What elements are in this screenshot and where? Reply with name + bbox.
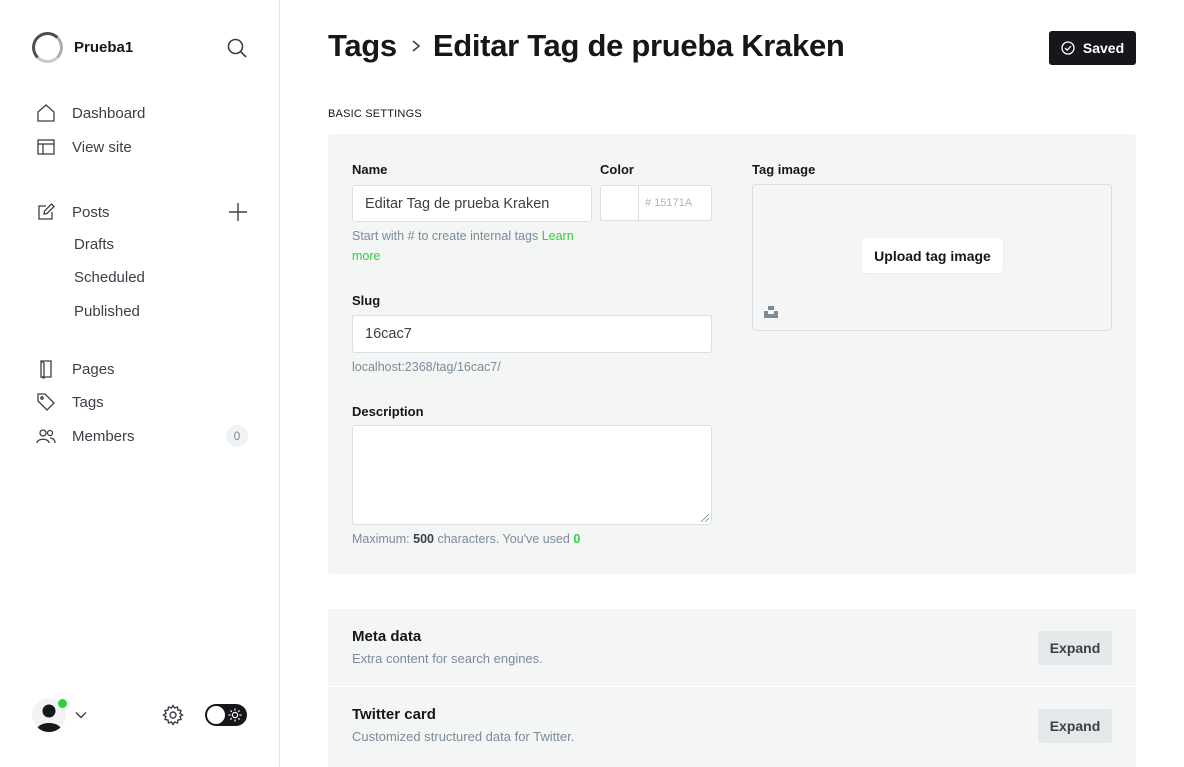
nav-drafts[interactable]: Drafts [74,234,114,256]
nav-members[interactable]: Members [36,423,250,449]
nav-pages[interactable]: Pages [36,356,250,382]
nav-scheduled[interactable]: Scheduled [74,267,145,289]
brand[interactable]: Prueba1 [32,32,133,63]
meta-data-desc: Extra content for search engines. [352,651,543,666]
twitter-card-title: Twitter card [352,706,436,723]
section-basic-settings: Basic settings [328,108,422,120]
saved-button[interactable]: Saved [1049,31,1136,65]
tag-image-dropzone[interactable]: Upload tag image [752,184,1112,331]
color-hex-input[interactable]: # 15171A [638,185,712,221]
slug-url: localhost:2368/tag/16cac7/ [352,360,501,374]
online-status-dot [58,699,67,708]
sun-icon [228,708,242,722]
slug-input[interactable]: 16cac7 [352,315,712,353]
nav-pages-label: Pages [72,360,115,378]
toggle-knob [207,706,225,724]
twitter-card-desc: Customized structured data for Twitter. [352,729,575,744]
description-label: Description [352,404,424,419]
members-count-badge: 0 [226,425,248,447]
nav-dashboard[interactable]: Dashboard [36,100,250,126]
hash-symbol: # [645,197,652,209]
breadcrumb-current: Editar Tag de prueba Kraken [432,28,845,63]
meta-data-title: Meta data [352,628,422,645]
members-icon [36,429,56,444]
view-site-icon [37,139,55,155]
meta-data-expand-button[interactable]: Expand [1038,631,1112,665]
chevron-right-icon [412,40,421,52]
nav-members-label: Members [72,427,135,445]
meta-data-panel: Meta data Extra content for search engin… [328,609,1136,686]
site-name: Prueba1 [74,39,134,56]
nav-view-site-label: View site [72,138,132,156]
name-input[interactable]: Editar Tag de prueba Kraken [352,185,592,222]
nav-posts-label: Posts [72,203,110,221]
home-icon [37,104,55,122]
check-circle-icon [1061,41,1075,55]
name-label: Name [352,162,388,177]
name-hint: Start with # to create internal tags Lea… [352,226,592,266]
nav-dashboard-label: Dashboard [72,104,146,122]
edit-icon [38,203,55,220]
basic-settings-panel: Name Editar Tag de prueba Kraken Start w… [328,134,1136,574]
desc-hint-prefix: Maximum: [352,532,410,546]
color-label: Color [600,162,634,177]
pages-icon [40,360,52,379]
page-title: Tags Editar Tag de prueba Kraken [328,28,845,64]
description-textarea[interactable] [352,425,712,525]
nav-tags-label: Tags [72,393,104,411]
desc-hint-max: 500 [413,532,434,546]
slug-label: Slug [352,293,381,308]
desc-hint-mid: characters. You've used [437,532,570,546]
breadcrumb-tags[interactable]: Tags [328,28,397,64]
tag-image-label: Tag image [752,162,816,177]
tag-icon [37,393,55,411]
sidebar-footer [32,698,248,732]
search-icon[interactable] [226,37,248,59]
name-hint-text: Start with # to create internal tags [352,229,539,243]
resize-handle-icon[interactable] [701,514,709,522]
upload-tag-image-button[interactable]: Upload tag image [862,238,1003,273]
color-swatch[interactable] [600,185,638,221]
gear-icon[interactable] [162,704,184,726]
plus-icon[interactable] [228,202,248,222]
description-hint: Maximum: 500 characters. You've used 0 [352,529,580,549]
nav-tags[interactable]: Tags [36,389,250,415]
unsplash-icon[interactable] [764,305,778,319]
desc-hint-used: 0 [573,532,581,546]
color-placeholder: 15171A [654,197,693,209]
saved-label: Saved [1082,40,1125,56]
twitter-card-panel: Twitter card Customized structured data … [328,687,1136,767]
site-logo [32,32,63,63]
nav-view-site[interactable]: View site [36,134,250,160]
chevron-down-icon[interactable] [74,708,88,722]
twitter-card-expand-button[interactable]: Expand [1038,709,1112,743]
nav-published[interactable]: Published [74,301,140,323]
theme-toggle[interactable] [205,704,247,726]
sidebar: Prueba1 Dashboard View site Posts Drafts… [0,0,280,767]
nav-posts[interactable]: Posts [36,199,250,225]
